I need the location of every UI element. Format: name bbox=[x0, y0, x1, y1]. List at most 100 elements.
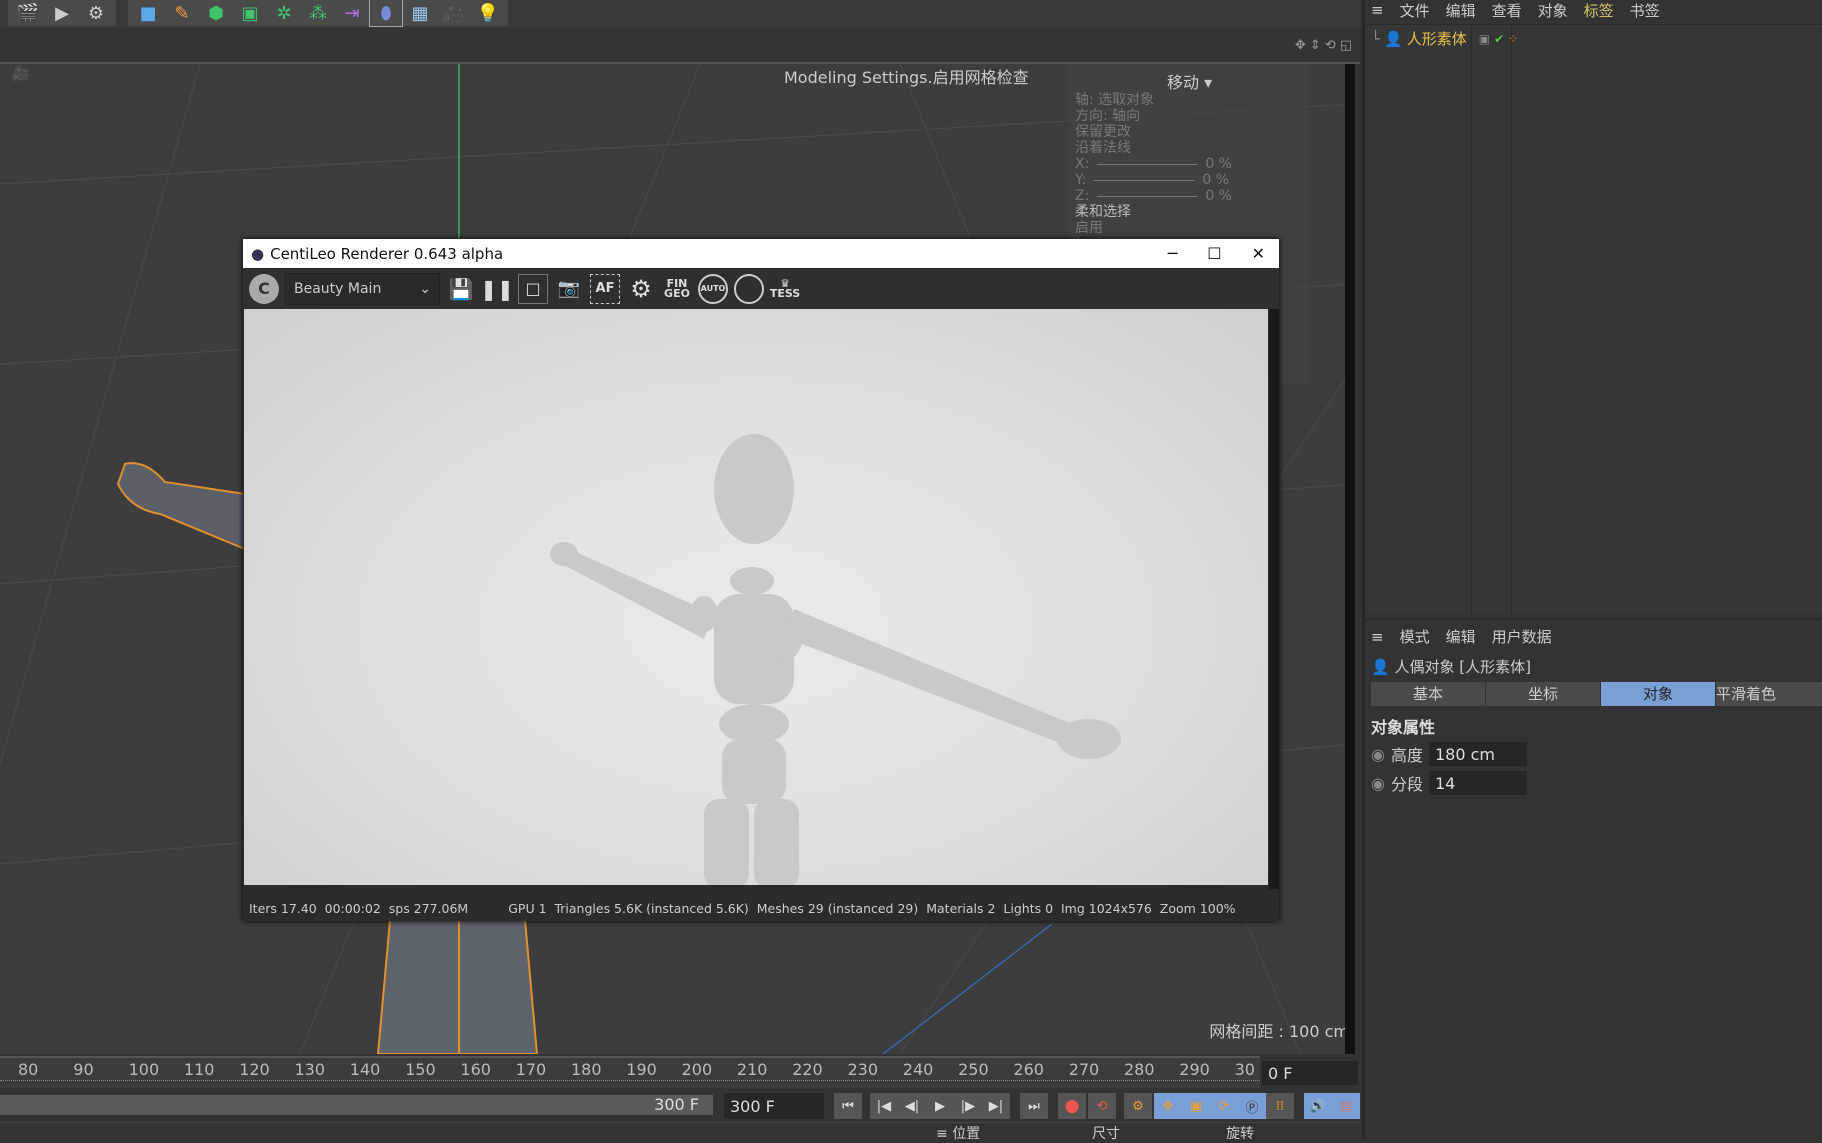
camera-icon[interactable]: 🎥 bbox=[12, 66, 29, 82]
hud-x-row[interactable]: X: 0 % bbox=[1075, 156, 1232, 172]
centileo-logo-icon[interactable]: C bbox=[249, 273, 279, 304]
coord-rotation-label: 旋转 bbox=[1226, 1126, 1254, 1142]
tess-button[interactable]: ♛ TESS bbox=[770, 274, 800, 304]
hud-y-slider[interactable] bbox=[1094, 172, 1195, 181]
hud-title[interactable]: 移动 ▾ bbox=[1167, 69, 1212, 93]
end-frame-field[interactable]: 300 F bbox=[724, 1093, 824, 1119]
menu-edit[interactable]: 编辑 bbox=[1446, 626, 1476, 647]
tag-icon[interactable]: ⁘ bbox=[1508, 32, 1518, 46]
key-parameter-button[interactable]: Ⓟ bbox=[1238, 1093, 1266, 1119]
light-icon[interactable]: 💡 bbox=[472, 0, 504, 26]
array-icon[interactable]: ⁂ bbox=[302, 0, 334, 26]
check-icon[interactable]: ✔ bbox=[1494, 32, 1504, 46]
hud-options: 轴: 选取对象 方向: 轴向 保留更改 沿着法线 X: 0 % Y: 0 % Z: 0… bbox=[1075, 92, 1232, 236]
prev-frame-button[interactable]: ◀| bbox=[898, 1093, 926, 1119]
pen-icon[interactable]: ✎ bbox=[166, 0, 198, 26]
menu-mode[interactable]: 模式 bbox=[1400, 626, 1430, 647]
visibility-icon[interactable]: ▣ bbox=[1479, 32, 1490, 46]
hud-keep[interactable]: 保留更改 bbox=[1075, 124, 1232, 140]
close-button[interactable]: ✕ bbox=[1252, 244, 1265, 263]
save-icon[interactable]: 💾 bbox=[446, 274, 476, 304]
camera-icon[interactable]: 🎥 bbox=[438, 0, 470, 26]
render-picture-viewer-icon[interactable]: ▶ bbox=[46, 0, 78, 26]
tab-coord[interactable]: 坐标 bbox=[1486, 682, 1601, 706]
cloner-icon[interactable]: ✲ bbox=[268, 0, 300, 26]
auto-key-button[interactable]: ⟲ bbox=[1088, 1093, 1116, 1119]
viewport-scrollbar[interactable] bbox=[1345, 64, 1355, 1054]
menu-user-data[interactable]: 用户数据 bbox=[1492, 626, 1552, 647]
segments-row: ◉ 分段 14 bbox=[1371, 771, 1527, 795]
record-keys-button[interactable]: ⬤ bbox=[1058, 1093, 1086, 1119]
key-pla-button[interactable]: ⁞⁞ bbox=[1266, 1093, 1294, 1119]
key-position-button[interactable]: ✥ bbox=[1154, 1093, 1182, 1119]
key-rotation-button[interactable]: ⟳ bbox=[1210, 1093, 1238, 1119]
hud-z-row[interactable]: Z: 0 % bbox=[1075, 188, 1232, 204]
render-view-icon[interactable]: 🎬 bbox=[12, 0, 44, 26]
tab-object[interactable]: 对象 bbox=[1601, 682, 1716, 706]
animate-radio-icon[interactable]: ◉ bbox=[1371, 774, 1385, 793]
hud-direction[interactable]: 方向: 轴向 bbox=[1075, 108, 1232, 124]
film-icon[interactable]: ▤ bbox=[1332, 1093, 1360, 1119]
timeline-ruler[interactable]: 80 90 100 110 120 130 140 150 160 170 180 190 200 210… bbox=[0, 1056, 1260, 1088]
go-to-end-button[interactable]: ⏭ bbox=[1020, 1093, 1048, 1119]
segments-field[interactable]: 14 bbox=[1428, 771, 1527, 795]
hamburger-icon[interactable]: ≡ bbox=[1371, 628, 1384, 646]
tab-phong[interactable]: 平滑着色 bbox=[1716, 682, 1822, 706]
prev-key-button[interactable]: |◀ bbox=[870, 1093, 898, 1119]
render-image[interactable] bbox=[244, 309, 1268, 889]
hud-axis[interactable]: 轴: 选取对象 bbox=[1075, 92, 1232, 108]
auto-refresh-button[interactable]: AUTO bbox=[698, 273, 728, 304]
hud-enable[interactable]: 启用 bbox=[1075, 220, 1232, 236]
hud-x-slider[interactable] bbox=[1097, 156, 1198, 165]
height-field[interactable]: 180 cm bbox=[1428, 742, 1527, 766]
pass-dropdown[interactable]: Beauty Main ⌄ bbox=[285, 272, 440, 305]
viewport-nav-icons[interactable]: ✥⇕⟲◱ bbox=[1295, 38, 1356, 53]
hud-z-slider[interactable] bbox=[1097, 188, 1198, 197]
menu-edit[interactable]: 编辑 bbox=[1446, 0, 1476, 21]
settings-gear-icon[interactable]: ⚙ bbox=[626, 274, 656, 304]
region-icon[interactable]: □ bbox=[518, 273, 548, 304]
pause-icon[interactable]: ❚❚ bbox=[480, 274, 514, 304]
camera-lock-icon[interactable]: 📷 bbox=[554, 274, 584, 304]
next-key-button[interactable]: ▶| bbox=[982, 1093, 1010, 1119]
maximize-button[interactable]: ☐ bbox=[1207, 244, 1221, 263]
hud-normal[interactable]: 沿着法线 bbox=[1075, 140, 1232, 156]
minimize-button[interactable]: ─ bbox=[1168, 244, 1178, 263]
animate-radio-icon[interactable]: ◉ bbox=[1371, 745, 1385, 764]
autofocus-icon[interactable]: AF bbox=[590, 273, 620, 304]
play-button[interactable]: ▶ bbox=[926, 1093, 954, 1119]
current-frame-field[interactable]: 0 F bbox=[1262, 1061, 1358, 1085]
key-settings-button[interactable]: ⚙ bbox=[1124, 1093, 1152, 1119]
hamburger-icon[interactable]: ≡ bbox=[1371, 1, 1384, 19]
renderer-titlebar[interactable]: ● CentiLeo Renderer 0.643 alpha ─ ☐ ✕ bbox=[243, 239, 1279, 268]
attribute-manager: ≡ 模式 编辑 用户数据 👤 人偶对象 [人形素体] 基本 坐标 对象 平滑着色… bbox=[1365, 618, 1822, 1139]
object-row[interactable]: └ 👤 人形素体 ▣ ✔ ⁘ bbox=[1371, 28, 1518, 49]
refresh-icon[interactable] bbox=[734, 273, 764, 304]
sound-icon[interactable]: 🔊 bbox=[1304, 1093, 1332, 1119]
playback-controls: 300 F 300 F ⏮ |◀ ◀| ▶ |▶ ▶| ⏭ ⬤ ⟲ ⚙ ✥ ▣ … bbox=[0, 1090, 1360, 1120]
render-scrollbar[interactable] bbox=[1269, 309, 1279, 889]
menu-bookmarks[interactable]: 书签 bbox=[1630, 0, 1660, 21]
menu-view[interactable]: 查看 bbox=[1492, 0, 1522, 21]
subdivision-icon[interactable]: ⬢ bbox=[200, 0, 232, 26]
tab-basic[interactable]: 基本 bbox=[1371, 682, 1486, 706]
cube-icon[interactable]: ■ bbox=[132, 0, 164, 26]
render-settings-icon[interactable]: ⚙ bbox=[80, 0, 112, 26]
deformer-icon[interactable]: ⬮ bbox=[369, 0, 403, 27]
frame-range-slider[interactable]: 300 F bbox=[0, 1095, 713, 1115]
symmetry-icon[interactable]: ⇥ bbox=[336, 0, 368, 26]
floor-icon[interactable]: ▦ bbox=[404, 0, 436, 26]
next-frame-button[interactable]: |▶ bbox=[954, 1093, 982, 1119]
timeline-tick: 200 bbox=[681, 1060, 713, 1079]
hud-y-row[interactable]: Y: 0 % bbox=[1075, 172, 1232, 188]
menu-tags[interactable]: 标签 bbox=[1584, 0, 1614, 21]
fin-geo-button[interactable]: FIN GEO bbox=[662, 274, 692, 304]
extrude-icon[interactable]: ▣ bbox=[234, 0, 266, 26]
go-to-start-button[interactable]: ⏮ bbox=[834, 1093, 862, 1119]
status-iters: Iters 17.40 bbox=[249, 901, 317, 916]
key-scale-button[interactable]: ▣ bbox=[1182, 1093, 1210, 1119]
object-name[interactable]: 人形素体 bbox=[1407, 28, 1467, 49]
create-group: ■ ✎ ⬢ ▣ ✲ ⁂ ⇥ ⬮ ▦ 🎥 💡 bbox=[128, 0, 508, 27]
menu-object[interactable]: 对象 bbox=[1538, 0, 1568, 21]
menu-file[interactable]: 文件 bbox=[1400, 0, 1430, 21]
